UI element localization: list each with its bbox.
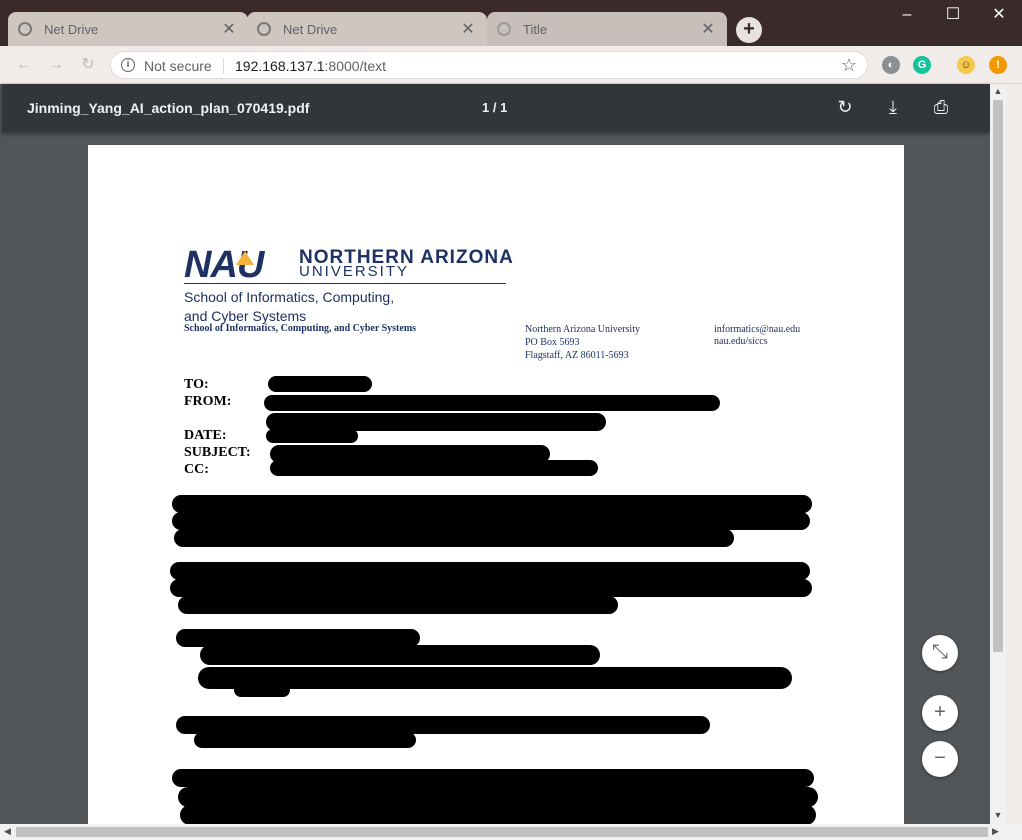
- logo-chevron: [236, 251, 254, 265]
- globe-icon: [18, 22, 32, 36]
- redaction-mark: [172, 495, 812, 513]
- scroll-down-icon[interactable]: ▼: [993, 810, 1003, 820]
- scroll-up-icon[interactable]: ▲: [993, 86, 1003, 96]
- memo-label-subject: SUBJECT:: [184, 445, 251, 460]
- horizontal-scrollbar[interactable]: ◀ ▶: [0, 824, 1006, 840]
- logo-dept-line2: and Cyber Systems: [184, 308, 307, 324]
- pdf-toolbar: Jinming_Yang_AI_action_plan_070419.pdf 1…: [2, 84, 990, 132]
- memo-label-to: TO:: [184, 377, 209, 392]
- logo-line2: UNIVERSITY: [299, 263, 410, 280]
- print-icon[interactable]: ⎙: [930, 96, 952, 118]
- info-icon[interactable]: i: [121, 58, 135, 72]
- scroll-corner: [1006, 824, 1022, 840]
- memo-label-date: DATE:: [184, 428, 227, 443]
- scroll-left-icon[interactable]: ◀: [4, 826, 11, 837]
- address-line: PO Box 5693: [525, 337, 580, 348]
- redaction-mark: [200, 645, 600, 665]
- redaction-mark: [174, 529, 734, 547]
- tab-title: Net Drive: [283, 21, 338, 37]
- tab-strip: Net Drive ✕ Net Drive ✕ Title ✕ + – ☐ ✕: [0, 0, 1022, 46]
- download-icon[interactable]: ⤓: [882, 96, 904, 118]
- page-indicator: 1 / 1: [482, 100, 508, 115]
- scrollbar-thumb[interactable]: [993, 100, 1003, 652]
- bookmark-star-icon[interactable]: ☆: [841, 55, 857, 76]
- tab-title: Title: [523, 21, 548, 37]
- tab-close-icon[interactable]: ✕: [220, 19, 238, 39]
- logo-dept-line1: School of Informatics, Computing,: [184, 289, 395, 305]
- tab-close-icon[interactable]: ✕: [699, 19, 717, 39]
- rotate-icon[interactable]: ↻: [834, 96, 856, 118]
- zoom-out-button[interactable]: −: [922, 741, 958, 777]
- department-name: School of Informatics, Computing, and Cy…: [184, 323, 417, 334]
- new-tab-button[interactable]: +: [736, 17, 762, 43]
- redaction-mark: [178, 596, 618, 614]
- address-line: Northern Arizona University: [525, 324, 640, 335]
- window-edge: [1006, 84, 1022, 824]
- redaction-mark: [268, 376, 372, 392]
- address-line: Flagstaff, AZ 86011-5693: [525, 350, 629, 361]
- scroll-right-icon[interactable]: ▶: [992, 826, 999, 837]
- address-block: Northern Arizona University PO Box 5693 …: [525, 323, 640, 362]
- redaction-mark: [270, 460, 598, 476]
- memo-label-from: FROM:: [184, 394, 232, 409]
- scrollbar-thumb[interactable]: [16, 827, 988, 837]
- tab-title-page[interactable]: Title ✕: [487, 12, 727, 46]
- vertical-scrollbar[interactable]: ▲ ▼: [990, 84, 1006, 824]
- contact-email: informatics@nau.edu: [714, 324, 801, 335]
- globe-icon: [257, 22, 271, 36]
- pdf-filename: Jinming_Yang_AI_action_plan_070419.pdf: [27, 100, 310, 116]
- redaction-mark: [234, 683, 290, 697]
- minimize-button[interactable]: –: [884, 4, 930, 26]
- tab-close-icon[interactable]: ✕: [459, 19, 477, 39]
- redaction-mark: [264, 395, 720, 411]
- redaction-mark: [180, 805, 816, 824]
- contact-block: informatics@nau.edu nau.edu/siccs: [714, 324, 800, 348]
- tab-title: Net Drive: [44, 21, 99, 37]
- address-bar[interactable]: i Not secure 192.168.137.1:8000/text ☆: [110, 51, 868, 79]
- redaction-mark: [170, 562, 810, 580]
- pdf-page: NAU NORTHERN ARIZONA UNIVERSITY School o…: [88, 145, 904, 824]
- url-path: :8000/text: [324, 58, 387, 74]
- divider: [223, 58, 224, 74]
- tab-net-drive-1[interactable]: Net Drive ✕: [8, 12, 248, 46]
- close-window-button[interactable]: ✕: [976, 4, 1022, 26]
- logo-rule: [184, 283, 506, 284]
- reload-icon[interactable]: ↻: [78, 55, 98, 75]
- memo-label-cc: CC:: [184, 462, 209, 477]
- redaction-mark: [170, 579, 812, 597]
- back-icon[interactable]: ←: [14, 55, 34, 75]
- redaction-mark: [266, 429, 358, 443]
- fit-to-page-button[interactable]: ⤡: [922, 635, 958, 671]
- globe-icon: [497, 22, 511, 36]
- zoom-in-button[interactable]: +: [922, 695, 958, 731]
- emoji-extension-icon[interactable]: ☺: [957, 56, 975, 74]
- grammarly-icon[interactable]: G: [913, 56, 931, 74]
- url-host: 192.168.137.1: [235, 58, 325, 74]
- redaction-mark: [178, 787, 818, 807]
- tab-net-drive-2[interactable]: Net Drive ✕: [247, 12, 487, 46]
- extension-icon[interactable]: ◐: [882, 56, 900, 74]
- maximize-button[interactable]: ☐: [930, 4, 976, 26]
- redaction-mark: [194, 732, 416, 748]
- redaction-mark: [172, 512, 810, 530]
- alert-icon[interactable]: !: [989, 56, 1007, 74]
- browser-toolbar: ← → ↻ i Not secure 192.168.137.1:8000/te…: [0, 46, 1022, 84]
- redaction-mark: [172, 769, 814, 787]
- contact-website: nau.edu/siccs: [714, 336, 768, 347]
- forward-icon[interactable]: →: [46, 55, 66, 75]
- security-label: Not secure: [144, 58, 212, 74]
- url-text[interactable]: 192.168.137.1:8000/text: [235, 58, 386, 74]
